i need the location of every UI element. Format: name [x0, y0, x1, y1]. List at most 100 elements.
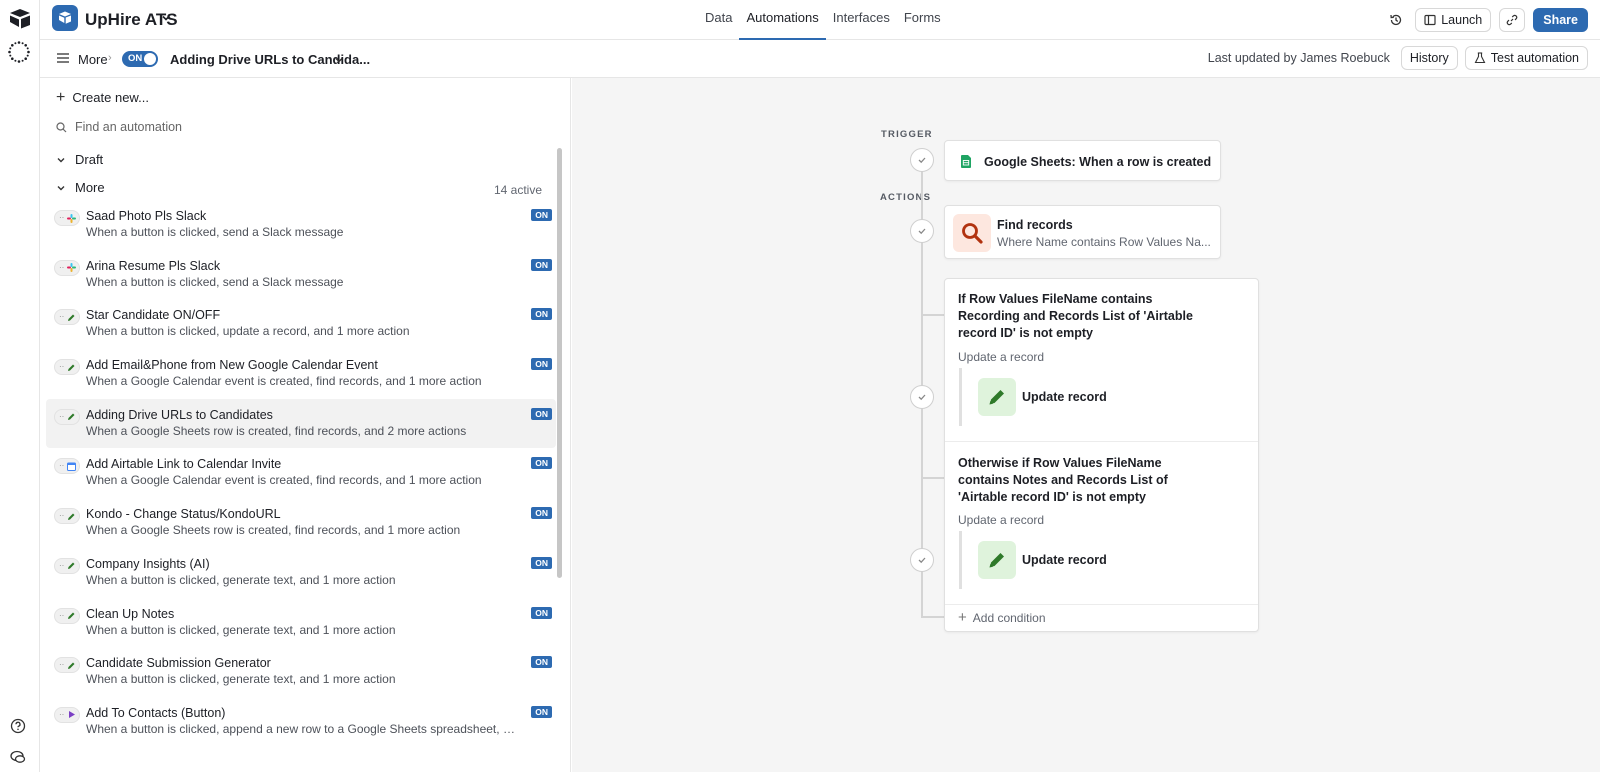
pencil-icon: ·· — [54, 657, 80, 674]
tab-automations[interactable]: Automations — [739, 0, 826, 40]
pencil-icon — [978, 378, 1016, 416]
tab-data[interactable]: Data — [698, 0, 739, 40]
top-bar: UpHire ATS Data Automations Interfaces F… — [40, 0, 1600, 40]
tab-forms[interactable]: Forms — [897, 0, 948, 40]
launch-button[interactable]: Launch — [1415, 8, 1492, 32]
automation-header: More › ON Adding Drive URLs to Candida..… — [40, 40, 1600, 78]
topbar-actions: Launch Share — [1385, 7, 1588, 33]
pencil-icon: ·· — [54, 508, 80, 525]
automation-list-item[interactable]: ·· Arina Resume Pls Slack When a button is… — [46, 250, 556, 300]
list-scrollbar[interactable] — [557, 148, 562, 578]
group-draft-label: Draft — [75, 152, 104, 167]
automation-description: When a button is clicked, append a new r… — [86, 721, 516, 736]
automation-list-item[interactable]: ·· Saad Photo Pls Slack When a button is c… — [46, 200, 556, 250]
menu-icon[interactable] — [56, 52, 70, 64]
condition-2-text[interactable]: Otherwise if Row Values FileName contain… — [958, 455, 1203, 506]
status-badge: ON — [531, 656, 552, 669]
status-badge: ON — [531, 308, 552, 321]
automation-description: When a button is clicked, generate text,… — [86, 622, 396, 637]
group-more-label: More — [75, 180, 105, 195]
group-draft[interactable]: Draft — [56, 152, 103, 167]
step-check-icon — [910, 148, 934, 172]
automation-list-item[interactable]: ·· Add Airtable Link to Calendar Invite Wh… — [46, 448, 556, 498]
test-automation-button[interactable]: Test automation — [1464, 46, 1588, 70]
automation-list: ·· Saad Photo Pls Slack When a button is c… — [46, 200, 556, 747]
automation-list-item[interactable]: ·· Adding Drive URLs to Candidates When a … — [46, 398, 556, 449]
create-new-label: Create new... — [72, 90, 149, 105]
chevron-down-icon[interactable] — [160, 12, 172, 24]
update-record-label: Update record — [1022, 553, 1107, 567]
chat-icon[interactable] — [10, 749, 26, 765]
copy-link-button[interactable] — [1499, 8, 1526, 32]
help-icon[interactable] — [10, 718, 26, 734]
update-record-action-1[interactable]: Update record — [959, 368, 1243, 426]
chevron-down-icon — [57, 185, 65, 190]
condition-1-subtitle: Update a record — [958, 350, 1045, 364]
update-record-action-2[interactable]: Update record — [959, 531, 1243, 589]
automation-list-item[interactable]: ·· Candidate Submission Generator When a b… — [46, 647, 556, 697]
plus-icon: + — [958, 609, 967, 626]
calendar-icon: ·· — [54, 458, 80, 475]
automation-description: When a button is clicked, send a Slack m… — [86, 225, 344, 239]
automation-description: When a button is clicked, generate text,… — [86, 572, 396, 587]
create-new-button[interactable]: + Create new... — [56, 89, 149, 106]
automation-description: When a Google Sheets row is created, fin… — [86, 423, 467, 438]
update-record-label: Update record — [1022, 390, 1107, 404]
search-icon — [953, 214, 991, 252]
add-condition-button[interactable]: + Add condition — [958, 609, 1046, 626]
group-more[interactable]: More — [56, 180, 105, 195]
find-records-subtitle: Where Name contains Row Values Na... — [997, 235, 1211, 249]
pencil-icon: ·· — [54, 408, 80, 425]
automation-list-item[interactable]: ·· Star Candidate ON/OFF When a button is … — [46, 299, 556, 349]
trigger-title: Google Sheets: When a row is created — [984, 155, 1212, 169]
find-records-card[interactable]: Find records Where Name contains Row Val… — [944, 205, 1221, 259]
google-sheets-icon — [961, 155, 971, 168]
branch-connector — [921, 314, 945, 316]
condition-2-subtitle: Update a record — [958, 513, 1045, 527]
slack-icon: ·· — [54, 210, 80, 226]
actions-section-label: ACTIONS — [880, 192, 932, 203]
share-button[interactable]: Share — [1533, 8, 1588, 32]
condition-divider — [945, 604, 1258, 605]
condition-1-text[interactable]: If Row Values FileName contains Recordin… — [958, 291, 1203, 342]
automation-list-item[interactable]: ·· Clean Up Notes When a button is clicked… — [46, 598, 556, 648]
pencil-icon: ·· — [54, 359, 80, 376]
pencil-icon: ·· — [54, 557, 80, 574]
automation-name: Company Insights (AI) — [86, 556, 210, 571]
tab-interfaces[interactable]: Interfaces — [826, 0, 897, 40]
search-input[interactable]: Find an automation — [56, 120, 182, 134]
trigger-card[interactable]: Google Sheets: When a row is created — [944, 140, 1221, 181]
status-badge: ON — [531, 705, 552, 718]
branch-connector — [921, 616, 945, 618]
base-icon[interactable] — [52, 5, 78, 31]
test-automation-label: Test automation — [1490, 51, 1579, 65]
find-records-title: Find records — [997, 218, 1073, 232]
status-badge: ON — [531, 407, 552, 420]
status-badge: ON — [531, 358, 552, 371]
automation-list-panel: + Create new... Find an automation Draft… — [40, 78, 571, 772]
link-icon — [1506, 14, 1518, 26]
automation-toggle[interactable]: ON — [122, 51, 158, 67]
status-badge: ON — [531, 258, 552, 271]
main-nav: Data Automations Interfaces Forms — [698, 0, 948, 40]
automation-list-item[interactable]: ·· Add Email&Phone from New Google Calend… — [46, 349, 556, 399]
history-icon[interactable] — [1385, 8, 1407, 32]
automation-name: Add To Contacts (Button) — [86, 705, 226, 720]
automation-name: Add Airtable Link to Calendar Invite — [86, 457, 282, 472]
chevron-down-icon — [57, 157, 65, 162]
search-icon — [56, 121, 67, 132]
airtable-logo-icon[interactable] — [7, 7, 33, 29]
history-button[interactable]: History — [1400, 46, 1458, 70]
automation-list-item[interactable]: ·· Add To Contacts (Button) When a button … — [46, 697, 556, 747]
workspace-icon[interactable] — [7, 40, 31, 64]
automation-name: Add Email&Phone from New Google Calendar… — [86, 358, 378, 373]
toggle-knob — [144, 53, 156, 65]
branch-connector — [921, 477, 945, 479]
pencil-icon: ·· — [54, 309, 80, 326]
slack-icon: ·· — [54, 259, 80, 276]
chevron-down-icon[interactable] — [333, 54, 345, 66]
automation-list-item[interactable]: ·· Kondo - Change Status/KondoURL When a G… — [46, 498, 556, 548]
breadcrumb-more[interactable]: More — [78, 52, 108, 67]
automation-list-item[interactable]: ·· Company Insights (AI) When a button is … — [46, 548, 556, 598]
plus-icon: + — [56, 89, 66, 106]
